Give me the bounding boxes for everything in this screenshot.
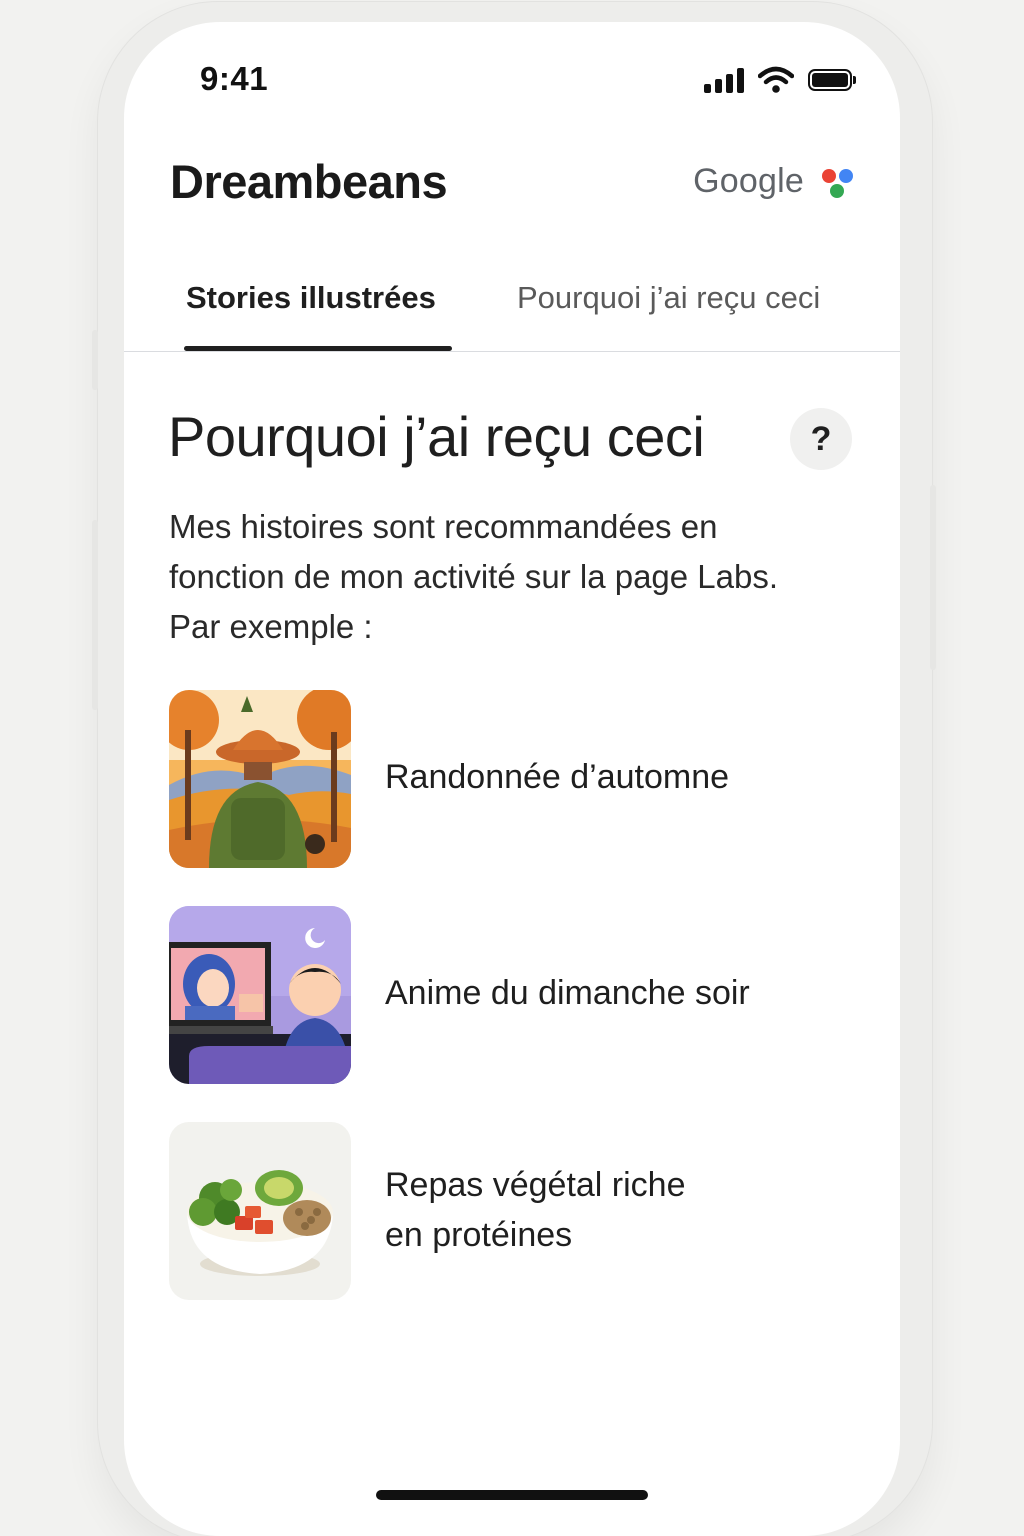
label-line: en protéines bbox=[385, 1216, 573, 1254]
tab-bar: Stories illustrées Pourquoi j’ai reçu ce… bbox=[124, 280, 900, 352]
google-logo-text: Google bbox=[693, 162, 804, 200]
recommendation-item-protein-meal[interactable]: Repas végétal riche en protéines bbox=[169, 1122, 859, 1302]
phone-side-button bbox=[92, 520, 98, 710]
recommendation-label: Anime du dimanche soir bbox=[385, 968, 750, 1018]
autumn-hike-image bbox=[169, 690, 351, 868]
google-branding: Google bbox=[693, 162, 856, 201]
status-icons bbox=[704, 66, 856, 94]
phone-side-button bbox=[92, 330, 98, 390]
app-title: Dreambeans bbox=[170, 155, 448, 208]
tab-active-indicator bbox=[184, 346, 452, 351]
recommendation-item-sunday-anime[interactable]: Anime du dimanche soir bbox=[169, 906, 859, 1086]
label-line: Randonnée d’automne bbox=[385, 758, 730, 796]
plant-protein-bowl-image bbox=[169, 1122, 351, 1300]
label-line: Repas végétal riche bbox=[385, 1166, 686, 1204]
description-line: fonction de mon activité sur la page Lab… bbox=[169, 558, 779, 595]
recommendation-label: Randonnée d’automne bbox=[385, 752, 729, 802]
tab-stories-illustrees[interactable]: Stories illustrées bbox=[186, 280, 436, 316]
help-button[interactable]: ? bbox=[790, 408, 852, 470]
label-line: Anime du dimanche soir bbox=[385, 974, 750, 1012]
sunday-anime-image bbox=[169, 906, 351, 1084]
app-screen: 9:41 Dreambeans Google Stories illustrée… bbox=[124, 22, 900, 1536]
tab-pourquoi[interactable]: Pourquoi j’ai reçu ceci bbox=[517, 280, 820, 316]
google-assistant-dots-icon[interactable] bbox=[822, 165, 856, 199]
recommendation-item-autumn-hike[interactable]: Randonnée d’automne bbox=[169, 690, 859, 870]
signal-icon bbox=[704, 67, 744, 93]
description-line: Mes histoires sont recommandées en bbox=[169, 508, 718, 545]
section-title: Pourquoi j’ai reçu ceci bbox=[168, 405, 705, 468]
wifi-icon bbox=[758, 66, 794, 93]
status-bar: 9:41 bbox=[124, 22, 900, 132]
description-line: Par exemple : bbox=[169, 608, 373, 645]
battery-icon bbox=[808, 69, 856, 91]
status-time: 9:41 bbox=[200, 60, 269, 97]
recommendation-label: Repas végétal riche en protéines bbox=[385, 1160, 686, 1260]
phone-side-button bbox=[930, 485, 936, 670]
section-description: Mes histoires sont recommandées en fonct… bbox=[169, 502, 859, 652]
home-indicator[interactable] bbox=[376, 1490, 648, 1500]
